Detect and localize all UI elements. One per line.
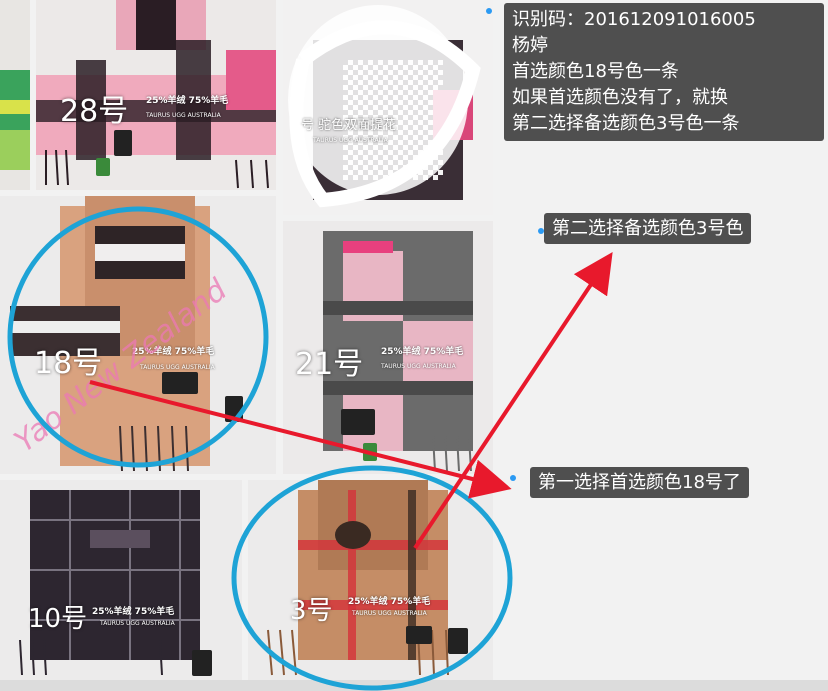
- message-line: 如果首选颜色没有了，就换: [512, 87, 728, 108]
- hang-tag: [114, 130, 132, 156]
- scarf-image: [288, 5, 481, 208]
- message-line: 首选颜色18号色一条: [512, 61, 679, 82]
- product-tile-28[interactable]: 28号 25%羊绒 75%羊毛 TAURUS UGG AUSTRALIA: [36, 0, 276, 190]
- hang-tag: [192, 650, 212, 676]
- product-spec: 25%羊绒 75%羊毛: [348, 597, 431, 607]
- hang-tag: [341, 409, 375, 435]
- message-bubble-first[interactable]: 第一选择首选颜色18号了: [530, 467, 749, 498]
- message-line: 识别码：201612091016005: [512, 9, 756, 30]
- product-spec: 号 驼色双面提花: [301, 118, 397, 133]
- hang-tag: [406, 626, 432, 644]
- hang-tag: [448, 628, 468, 654]
- product-spec: 25%羊绒 75%羊毛: [146, 96, 229, 106]
- product-tile-10[interactable]: 10号 25%羊绒 75%羊毛 TAURUS UGG AUSTRALIA: [0, 480, 242, 680]
- product-tile-top-right[interactable]: 号 驼色双面提花 TAURUS UGG AUSTRALIA: [283, 0, 493, 215]
- product-number: 10号: [28, 604, 88, 634]
- hang-tag: [162, 372, 198, 394]
- product-number: 28号: [60, 94, 129, 129]
- product-tile-21[interactable]: 21号 25%羊绒 75%羊毛 TAURUS UGG AUSTRALIA: [283, 221, 493, 474]
- message-line: 杨婷: [512, 35, 548, 56]
- product-spec: 25%羊绒 75%羊毛: [92, 607, 175, 617]
- product-tile-partial-left[interactable]: [0, 0, 30, 190]
- hang-tag: [96, 158, 110, 176]
- hang-tag: [363, 443, 377, 461]
- bottom-bar: [0, 680, 828, 691]
- message-dot: [486, 8, 492, 14]
- brand-label: TAURUS UGG AUSTRALIA: [352, 610, 427, 617]
- brand-label: TAURUS UGG AUSTRALIA: [140, 364, 215, 371]
- brand-label: TAURUS UGG AUSTRALIA: [146, 112, 221, 119]
- product-spec: 25%羊绒 75%羊毛: [381, 347, 464, 357]
- product-tile-3[interactable]: 3号 25%羊绒 75%羊毛 TAURUS UGG AUSTRALIA: [248, 480, 493, 680]
- message-line: 第二选择备选颜色3号色一条: [512, 113, 740, 134]
- product-number: 21号: [295, 347, 364, 382]
- brand-label: TAURUS UGG AUSTRALIA: [313, 137, 388, 144]
- scarf-image: [0, 70, 30, 170]
- message-dot: [510, 475, 516, 481]
- brand-label: TAURUS UGG AUSTRALIA: [381, 363, 456, 370]
- message-bubble-main[interactable]: 识别码：201612091016005 杨婷 首选颜色18号色一条 如果首选颜色…: [504, 3, 824, 141]
- product-number: 3号: [290, 596, 333, 626]
- brand-label: TAURUS UGG AUSTRALIA: [100, 620, 175, 627]
- hang-tag: [225, 396, 243, 422]
- message-bubble-second[interactable]: 第二选择备选颜色3号色: [544, 213, 752, 244]
